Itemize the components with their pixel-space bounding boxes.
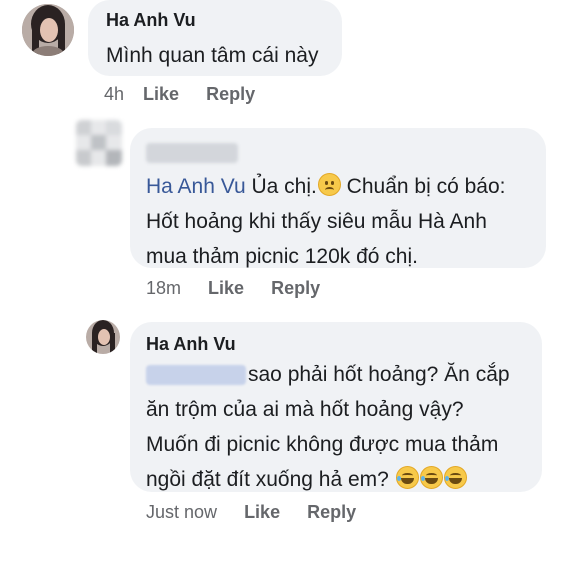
reply-button[interactable]: Reply bbox=[271, 278, 320, 298]
comment-actions: 4h Like Reply bbox=[104, 84, 255, 105]
avatar-ha-anh-vu[interactable] bbox=[86, 320, 120, 354]
blurred-photo-icon bbox=[76, 120, 122, 166]
sad-face-emoji-icon bbox=[317, 173, 341, 196]
comment-line: Ha Anh Vu Ủa chị. Chuẩn bị có báo: bbox=[146, 173, 506, 198]
comment-text: Mình quan tâm cái này bbox=[106, 44, 319, 67]
comment-line: sao phải hốt hoảng? Ăn cắp bbox=[146, 357, 510, 392]
blurred-author-name[interactable] bbox=[146, 143, 238, 163]
comment-time[interactable]: Just now bbox=[146, 502, 217, 522]
reply-button[interactable]: Reply bbox=[206, 84, 255, 104]
comment-author[interactable]: Ha Anh Vu bbox=[146, 334, 236, 355]
mention-ha-anh-vu[interactable]: Ha Anh Vu bbox=[146, 175, 246, 198]
like-button[interactable]: Like bbox=[208, 278, 244, 298]
comment-time[interactable]: 4h bbox=[104, 84, 124, 104]
comment-line: Hốt hoảng khi thấy siêu mẫu Hà Anh bbox=[146, 210, 487, 233]
avatar-ha-anh-vu[interactable] bbox=[22, 4, 74, 56]
avatar-blurred[interactable] bbox=[76, 120, 122, 166]
profile-photo-icon bbox=[22, 4, 74, 56]
like-button[interactable]: Like bbox=[143, 84, 179, 104]
like-button[interactable]: Like bbox=[244, 502, 280, 522]
comment-line: Muốn đi picnic không được mua thảm bbox=[146, 433, 499, 456]
rofl-emoji-icon bbox=[419, 466, 443, 489]
rofl-emoji-icon bbox=[443, 466, 467, 489]
comment-line: ăn trộm của ai mà hốt hoảng vậy? bbox=[146, 398, 464, 421]
comment-author[interactable]: Ha Anh Vu bbox=[106, 10, 196, 31]
reply-button[interactable]: Reply bbox=[307, 502, 356, 522]
comment-line: ngồi đặt đít xuống hả em? bbox=[146, 462, 467, 497]
comment-time[interactable]: 18m bbox=[146, 278, 181, 298]
comment-actions: 18m Like Reply bbox=[146, 278, 320, 299]
rofl-emoji-icon bbox=[395, 466, 419, 489]
profile-photo-icon bbox=[86, 320, 120, 354]
blurred-mention[interactable] bbox=[146, 365, 246, 386]
comment-line: mua thảm picnic 120k đó chị. bbox=[146, 245, 418, 268]
comment-actions: Just now Like Reply bbox=[146, 502, 356, 523]
